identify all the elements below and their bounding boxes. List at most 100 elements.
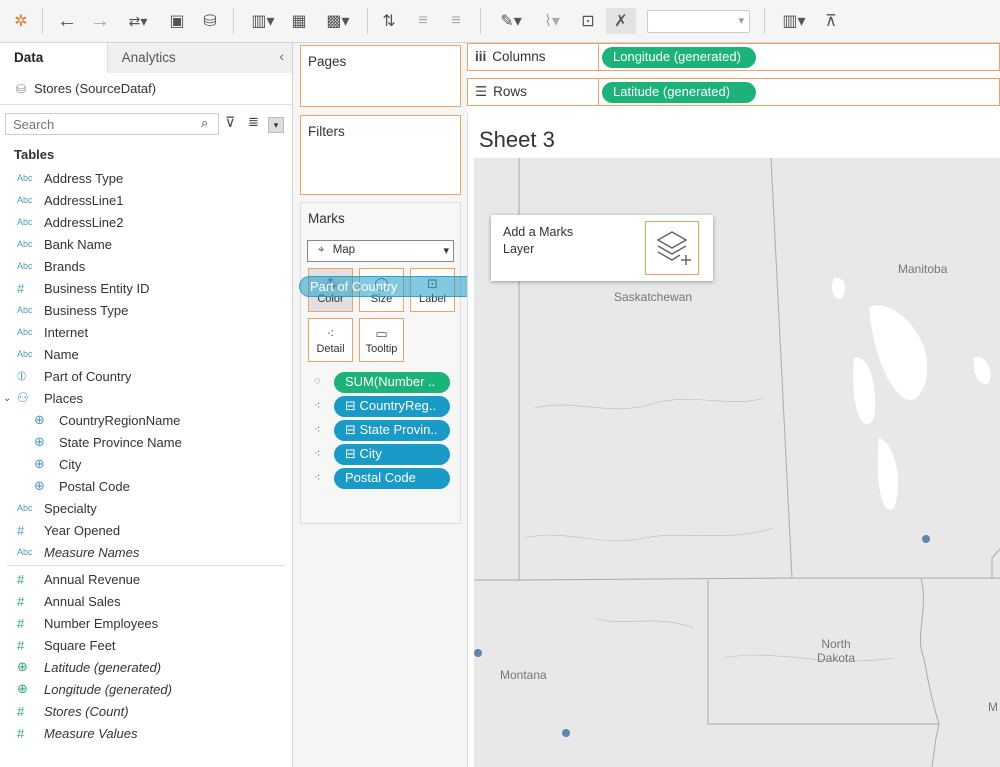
field-postal-code[interactable]: ⊕ Postal Code [0, 475, 292, 497]
redo-icon[interactable]: → [89, 8, 111, 34]
field-stores-count[interactable]: # Stores (Count) [0, 700, 292, 722]
store-mark[interactable] [562, 729, 570, 737]
new-datasource-icon[interactable]: ⛁ [200, 8, 220, 34]
field-measure-values[interactable]: # Measure Values [0, 722, 292, 744]
search-input[interactable] [5, 113, 219, 135]
filter-icon[interactable]: ⊽ [225, 114, 235, 131]
field-internet[interactable]: Abc Internet [0, 321, 292, 343]
pill-longitude[interactable]: Longitude (generated) [602, 47, 756, 68]
field-label: Part of Country [44, 368, 132, 384]
pages-card[interactable]: Pages [300, 45, 461, 107]
number-type-icon: # [17, 637, 25, 653]
string-type-icon: Abc [17, 327, 33, 337]
tab-analytics[interactable]: Analytics [106, 43, 292, 73]
field-label: Number Employees [44, 615, 159, 631]
columns-shelf[interactable]: iii Columns Longitude (generated) [467, 43, 1000, 71]
highlight-icon[interactable]: ✎▾ [494, 8, 528, 34]
field-label: CountryRegionName [59, 412, 181, 428]
field-specialty[interactable]: Abc Specialty [0, 497, 292, 519]
swap-icon[interactable]: ⇄▾ [120, 8, 156, 34]
undo-icon[interactable]: ← [56, 8, 78, 34]
field-label: Postal Code [59, 478, 130, 494]
presentation-icon[interactable]: ⊼ [820, 8, 842, 34]
field-addressline2[interactable]: Abc AddressLine2 [0, 211, 292, 233]
field-year-opened[interactable]: # Year Opened [0, 519, 292, 541]
swap-rows-cols-icon[interactable]: ⇅ [378, 8, 400, 34]
field-part-of-country[interactable]: ⦶ Part of Country [0, 365, 292, 387]
field-state-province-name[interactable]: ⊕ State Province Name [0, 431, 292, 453]
field-address-type[interactable]: Abc Address Type [0, 167, 292, 189]
sort-desc-icon[interactable]: ≡ [445, 8, 467, 34]
string-type-icon: Abc [17, 349, 33, 359]
tableau-logo-icon[interactable]: ✲ [10, 8, 32, 34]
pill-city[interactable]: ⊟ City [334, 444, 450, 465]
filters-card[interactable]: Filters [300, 115, 461, 195]
tables-heading: Tables [14, 147, 55, 162]
pill-postal-code[interactable]: Postal Code [334, 468, 450, 489]
field-label: Year Opened [44, 522, 121, 538]
rows-icon: ☰ [475, 84, 488, 99]
field-label: Measure Names [44, 544, 140, 560]
pill-latitude[interactable]: Latitude (generated) [602, 82, 756, 103]
field-addressline1[interactable]: Abc AddressLine1 [0, 189, 292, 211]
rows-shelf[interactable]: ☰ Rows Latitude (generated) [467, 78, 1000, 106]
fit-select[interactable] [647, 10, 750, 33]
save-icon[interactable]: ▣ [167, 8, 187, 34]
field-measure-names[interactable]: Abc Measure Names [0, 541, 292, 563]
field-business-type[interactable]: Abc Business Type [0, 299, 292, 321]
field-places[interactable]: ⌄ ⚇ Places [0, 387, 292, 409]
field-business-entity-id[interactable]: # Business Entity ID [0, 277, 292, 299]
tab-data[interactable]: Data [0, 43, 107, 73]
field-label: Places [44, 390, 84, 406]
pill-sum-number[interactable]: SUM(Number .. [334, 372, 450, 393]
collapse-pane-icon[interactable]: ‹ [279, 48, 284, 64]
chevron-down-icon[interactable]: ⌄ [3, 393, 11, 404]
field-annual-revenue[interactable]: # Annual Revenue [0, 568, 292, 590]
field-square-feet[interactable]: # Square Feet [0, 634, 292, 656]
pill-state-province[interactable]: ⊟ State Provin.. [334, 420, 450, 441]
shelf-divider [598, 44, 599, 70]
detail-property-icon: ⁖ [314, 424, 321, 436]
detail-button[interactable]: ⁖ Detail [308, 318, 353, 362]
fix-axes-icon[interactable]: ✗ [606, 8, 636, 34]
field-latitude-generated[interactable]: ⊕ Latitude (generated) [0, 656, 292, 678]
field-label: City [59, 456, 82, 472]
duplicate-icon[interactable]: ▦ [288, 8, 310, 34]
group-icon[interactable]: ⌇▾ [535, 8, 569, 34]
view-list-icon[interactable]: ≣ [248, 114, 259, 130]
number-type-icon: # [17, 725, 25, 741]
number-type-icon: # [17, 571, 25, 587]
sort-asc-icon[interactable]: ≡ [412, 8, 434, 34]
label-icon[interactable]: ⊡ [577, 8, 599, 34]
add-marks-layer[interactable]: Add a Marks Layer [491, 215, 713, 281]
new-sheet-icon[interactable]: ▥▾ [244, 8, 282, 34]
columns-label: iii Columns [475, 49, 546, 64]
clear-icon[interactable]: ▩▾ [320, 8, 356, 34]
field-city[interactable]: ⊕ City [0, 453, 292, 475]
datasource-item[interactable]: ⛁ Stores (SourceDataf) [0, 73, 292, 105]
field-label: Latitude (generated) [44, 659, 162, 675]
data-pane: Data Analytics ‹ ⛁ Stores (SourceDataf) … [0, 43, 293, 767]
size-property-icon: ◌ [314, 375, 321, 387]
field-annual-sales[interactable]: # Annual Sales [0, 590, 292, 612]
field-brands[interactable]: Abc Brands [0, 255, 292, 277]
field-name[interactable]: Abc Name [0, 343, 292, 365]
search-icon[interactable]: ⌕ [201, 115, 208, 131]
show-me-icon[interactable]: ▥▾ [776, 8, 812, 34]
sheet-title[interactable]: Sheet 3 [479, 127, 555, 153]
field-number-employees[interactable]: # Number Employees [0, 612, 292, 634]
map-label-minnesota: M [988, 700, 998, 714]
chevron-down-icon[interactable]: ▾ [268, 117, 284, 133]
store-mark[interactable] [922, 535, 930, 543]
field-longitude-generated[interactable]: ⊕ Longitude (generated) [0, 678, 292, 700]
tooltip-button[interactable]: ▭ Tooltip [359, 318, 404, 362]
field-bank-name[interactable]: Abc Bank Name [0, 233, 292, 255]
map-view[interactable]: Add a Marks Layer Saskatchewan Manitoba … [474, 158, 1000, 767]
detail-property-icon: ⁖ [314, 400, 321, 412]
store-mark[interactable] [474, 649, 482, 657]
pill-country-region[interactable]: ⊟ CountryReg.. [334, 396, 450, 417]
mark-type-select[interactable]: ⌖ Map [307, 240, 454, 262]
field-label: Annual Sales [44, 593, 121, 609]
search-row: ⌕ ⊽ ≣ ▾ [0, 105, 292, 143]
field-countryregionname[interactable]: ⊕ CountryRegionName [0, 409, 292, 431]
